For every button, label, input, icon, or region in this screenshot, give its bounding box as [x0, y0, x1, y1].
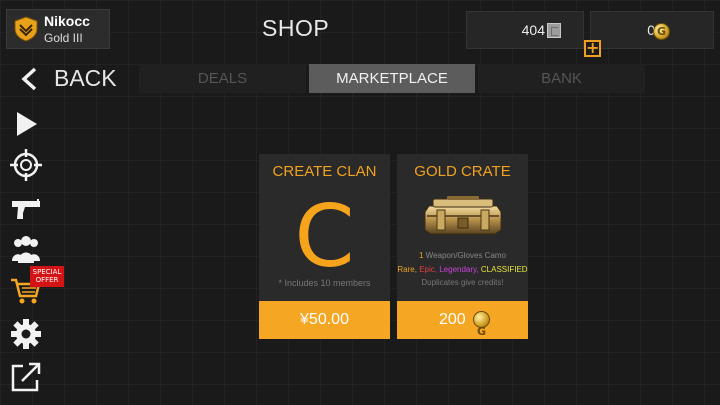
rarity-classified: CLASSIFIED: [480, 265, 528, 274]
page-title: SHOP: [262, 15, 330, 41]
clan-logo: C: [294, 187, 355, 287]
gold-crate-image: [424, 196, 502, 235]
create-clan-card: CREATE CLAN C * Includes 10 members ¥50.…: [259, 154, 390, 339]
credits-value: 404: [521, 22, 545, 38]
card-title: CREATE CLAN: [272, 163, 377, 180]
rank-shield-icon: [14, 16, 38, 42]
tab-bank[interactable]: BANK: [478, 64, 645, 93]
chevron-left-icon: [21, 67, 37, 91]
rarity-epic: Epic,: [419, 265, 437, 274]
card-title: GOLD CRATE: [414, 163, 511, 180]
pistol-icon[interactable]: [9, 192, 43, 226]
crate-rarities: Rare, Epic, Legendary, CLASSIFIED: [397, 265, 528, 274]
gold-balance: 0: [590, 11, 714, 49]
play-icon[interactable]: [9, 107, 43, 141]
rarity-rare: Rare,: [397, 265, 417, 274]
price-label: ¥50.00: [300, 311, 349, 328]
gold-coin-icon: [473, 311, 490, 351]
gold-crate-card: GOLD CRATE 1 Weapon/Gloves Camo Rare, Ep…: [397, 154, 528, 351]
credits-balance: 404: [466, 11, 584, 49]
crate-description: 1 Weapon/Gloves Camo: [418, 251, 507, 260]
player-rank: Gold III: [44, 31, 83, 45]
buy-crate-button[interactable]: 200: [397, 301, 528, 351]
player-name: Nikocc: [44, 13, 90, 29]
back-label: BACK: [54, 65, 117, 91]
price-label: 200: [439, 311, 466, 328]
credits-icon: [547, 23, 561, 38]
crate-note: Duplicates give credits!: [421, 278, 504, 287]
rarity-legendary: Legendary,: [439, 265, 479, 274]
special-offer-badge: SPECIAL OFFER: [30, 266, 64, 287]
gold-coin-icon: [653, 23, 670, 40]
tab-deals[interactable]: DEALS: [139, 64, 306, 93]
tab-marketplace[interactable]: MARKETPLACE: [309, 64, 475, 93]
gear-icon[interactable]: [9, 317, 43, 351]
crosshair-icon[interactable]: [9, 148, 43, 182]
back-button[interactable]: BACK: [14, 64, 117, 94]
player-profile[interactable]: Nikocc Gold III: [6, 9, 110, 49]
buy-clan-button[interactable]: ¥50.00: [259, 301, 390, 339]
clan-note: * Includes 10 members: [278, 278, 371, 288]
users-icon[interactable]: [9, 232, 43, 266]
add-currency-button[interactable]: +: [584, 40, 601, 57]
external-link-icon[interactable]: [9, 360, 43, 394]
